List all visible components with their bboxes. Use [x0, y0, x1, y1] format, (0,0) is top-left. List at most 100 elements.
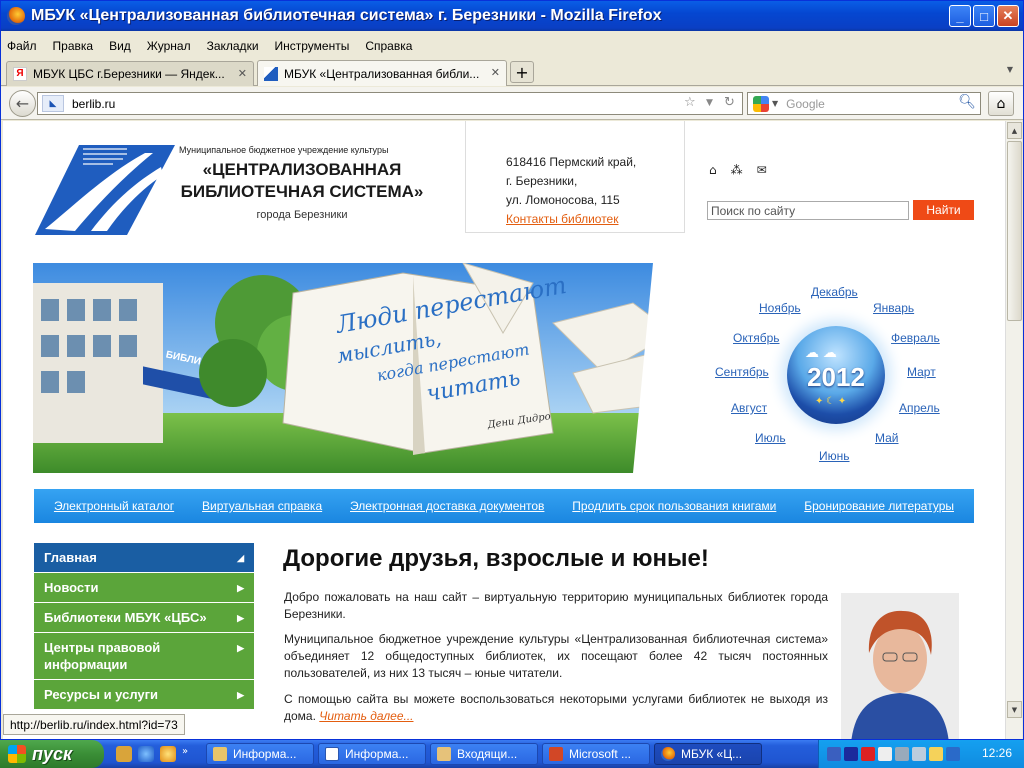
tray-display-icon[interactable]	[912, 747, 926, 761]
month-link[interactable]: Июль	[755, 431, 786, 445]
scroll-up-icon[interactable]: ▲	[1007, 122, 1022, 139]
maximize-button[interactable]: □	[973, 5, 995, 27]
taskbar-item[interactable]: МБУК «Ц...	[654, 743, 762, 765]
sidenav-item-main[interactable]: Главная ◢	[34, 543, 254, 573]
tray-speaker-icon[interactable]	[929, 747, 943, 761]
tray-language-icon[interactable]	[946, 747, 960, 761]
engine-dropdown-icon[interactable]: ▼	[772, 99, 778, 108]
menu-edit[interactable]: Правка	[53, 39, 94, 53]
month-link[interactable]: Март	[907, 365, 936, 379]
tab-list-chevron-icon[interactable]: ▼	[1007, 65, 1013, 74]
site-search-input[interactable]: Поиск по сайту	[707, 201, 909, 220]
chevron-right-icon: ▶	[237, 690, 244, 700]
nav-link-virtual-help[interactable]: Виртуальная справка	[202, 499, 322, 513]
expand-arrow-icon: ◢	[237, 553, 244, 563]
menu-history[interactable]: Журнал	[147, 39, 191, 53]
sidenav-item-legal-centers[interactable]: Центры правовой информации ▶	[34, 633, 254, 680]
read-more-link[interactable]: Читать далее...	[319, 709, 413, 723]
tray-network-icon[interactable]	[827, 747, 841, 761]
month-link[interactable]: Ноябрь	[759, 301, 801, 315]
quicklaunch-folder-icon[interactable]	[116, 746, 132, 762]
sidenav-item-resources[interactable]: Ресурсы и услуги ▶	[34, 680, 254, 710]
taskbar-item[interactable]: Информа...	[206, 743, 314, 765]
status-bar: http://berlib.ru/index.html?id=73	[3, 714, 185, 735]
scroll-down-icon[interactable]: ▼	[1007, 701, 1022, 718]
minimize-button[interactable]: _	[949, 5, 971, 27]
month-link[interactable]: Февраль	[891, 331, 940, 345]
google-engine-icon[interactable]	[753, 95, 769, 112]
tray-mixer-icon[interactable]	[895, 747, 909, 761]
address-line: ул. Ломоносова, 115	[506, 193, 620, 207]
month-link[interactable]: Октябрь	[733, 331, 780, 345]
library-logo[interactable]	[35, 145, 175, 235]
quicklaunch-ie-icon[interactable]	[138, 746, 154, 762]
new-tab-button[interactable]: +	[510, 61, 534, 83]
quicklaunch-more-icon[interactable]: »	[182, 746, 192, 762]
chevron-right-icon: ▶	[237, 613, 244, 623]
welcome-paragraph: Добро пожаловать на наш сайт – виртуальн…	[284, 590, 828, 621]
org-city: города Березники	[256, 209, 348, 221]
search-magnifier-icon[interactable]: 🔍︎	[958, 94, 976, 110]
search-bar[interactable]: ▼ Google 🔍︎	[747, 92, 981, 115]
back-button[interactable]: ←	[9, 90, 36, 117]
close-button[interactable]: ✕	[997, 5, 1019, 27]
menu-bookmarks[interactable]: Закладки	[207, 39, 259, 53]
title-bar[interactable]: МБУК «Централизованная библиотечная сист…	[1, 1, 1023, 31]
home-icon[interactable]: ⌂	[709, 163, 717, 177]
chevron-right-icon: ▶	[237, 643, 244, 653]
tab-berlib[interactable]: МБУК «Централизованная библи... ✕	[257, 60, 507, 86]
history-dropdown-icon[interactable]: ▼	[706, 98, 713, 108]
start-button[interactable]: пуск	[0, 740, 104, 768]
bookmark-star-icon[interactable]: ☆	[684, 95, 696, 110]
month-link[interactable]: Апрель	[899, 401, 940, 415]
task-label: Microsoft ...	[569, 747, 632, 761]
home-button[interactable]: ⌂	[988, 91, 1014, 116]
library-logo-icon	[264, 66, 278, 81]
web-page: Муниципальное бюджетное учреждение культ…	[3, 121, 1005, 739]
month-link[interactable]: Декабрь	[811, 285, 858, 299]
contacts-link[interactable]: Контакты библиотек	[506, 210, 684, 229]
taskbar-item[interactable]: Входящи...	[430, 743, 538, 765]
nav-link-catalog[interactable]: Электронный каталог	[54, 499, 174, 513]
vertical-scrollbar[interactable]: ▲ ▼	[1005, 121, 1022, 739]
url-text[interactable]: berlib.ru	[72, 97, 115, 111]
tray-play-icon[interactable]	[844, 747, 858, 761]
tray-antivirus-icon[interactable]	[878, 747, 892, 761]
month-link[interactable]: Январь	[873, 301, 914, 315]
month-link[interactable]: Май	[875, 431, 899, 445]
url-bar[interactable]: ◣ berlib.ru ☆ ▼ ↻	[37, 92, 743, 115]
site-search-button[interactable]: Найти	[913, 200, 974, 220]
nav-link-reservation[interactable]: Бронирование литературы	[804, 499, 954, 513]
page-heading: Дорогие друзья, взрослые и юные!	[283, 545, 709, 572]
tab-yandex[interactable]: Я МБУК ЦБС г.Березники — Яндек... ✕	[6, 61, 254, 86]
site-identity-icon[interactable]: ◣	[42, 95, 64, 112]
nav-link-renew-books[interactable]: Продлить срок пользования книгами	[572, 499, 776, 513]
sidenav-item-news[interactable]: Новости ▶	[34, 573, 254, 603]
welcome-paragraph: Муниципальное бюджетное учреждение культ…	[284, 632, 828, 680]
month-link[interactable]: Август	[731, 401, 767, 415]
sidenav-label: Центры правовой информации	[44, 640, 161, 672]
quicklaunch-media-icon[interactable]	[160, 746, 176, 762]
menu-file[interactable]: Файл	[7, 39, 37, 53]
task-label: Входящи...	[457, 747, 518, 761]
month-link[interactable]: Сентябрь	[715, 365, 769, 379]
tray-k-icon[interactable]	[861, 747, 875, 761]
sidenav-item-libraries[interactable]: Библиотеки МБУК «ЦБС» ▶	[34, 603, 254, 633]
sitemap-icon[interactable]: ⁂	[731, 163, 743, 177]
taskbar-item[interactable]: Информа...	[318, 743, 426, 765]
welcome-paragraph: С помощью сайта вы можете воспользоватьс…	[284, 691, 828, 725]
task-label: МБУК «Ц...	[681, 747, 743, 761]
nav-link-document-delivery[interactable]: Электронная доставка документов	[350, 499, 544, 513]
tab-close-icon[interactable]: ✕	[238, 67, 247, 80]
menu-view[interactable]: Вид	[109, 39, 131, 53]
scroll-thumb[interactable]	[1007, 141, 1022, 321]
side-navigation: Главная ◢ Новости ▶ Библиотеки МБУК «ЦБС…	[34, 543, 254, 710]
reload-icon[interactable]: ↻	[724, 95, 735, 110]
month-link[interactable]: Июнь	[819, 449, 850, 463]
address-line: г. Березники,	[506, 174, 578, 188]
menu-help[interactable]: Справка	[365, 39, 412, 53]
menu-tools[interactable]: Инструменты	[275, 39, 350, 53]
taskbar-item[interactable]: Microsoft ...	[542, 743, 650, 765]
tab-close-icon[interactable]: ✕	[491, 66, 500, 79]
mail-icon[interactable]: ✉	[757, 163, 767, 177]
